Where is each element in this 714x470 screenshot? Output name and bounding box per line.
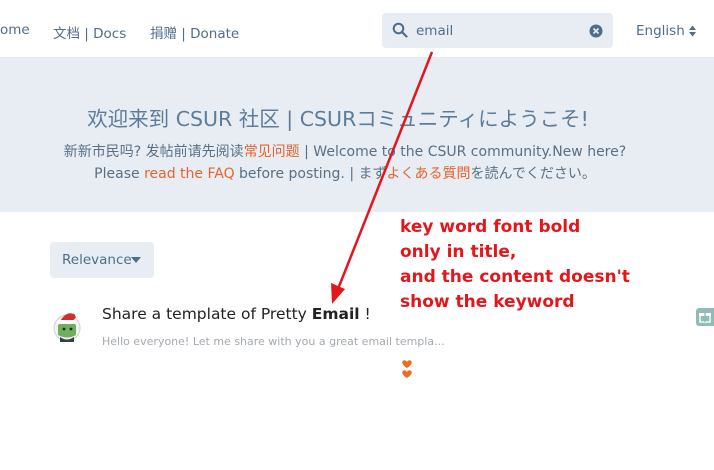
search-box[interactable]: email: [382, 13, 613, 48]
caret-down-icon: [131, 257, 141, 263]
nav-docs-link[interactable]: 文档 | Docs: [53, 22, 126, 42]
result-title-link[interactable]: Share a template of Pretty Email !: [102, 305, 371, 323]
annotation-line: and the content doesn't: [400, 267, 630, 287]
banner-title: 欢迎来到 CSUR 社区 | CSURコミュニティにようこそ!: [87, 107, 589, 131]
annotation-line: only in title,: [400, 242, 517, 262]
annotation-line: show the keyword: [400, 292, 575, 312]
gift-icon[interactable]: [696, 308, 714, 326]
heart-icon: [402, 360, 412, 378]
avatar[interactable]: [50, 304, 84, 342]
banner-line-2: Please read the FAQ before posting. | まず…: [0, 163, 690, 183]
result-title-keyword: Email: [311, 305, 360, 323]
search-input[interactable]: email: [416, 23, 453, 39]
result-title-text: Share a template of Pretty: [102, 305, 312, 323]
sort-caret-icon: [689, 25, 696, 37]
language-selector[interactable]: English: [636, 23, 685, 39]
banner-text: before posting. | まず: [234, 166, 387, 182]
clear-icon[interactable]: [589, 24, 603, 38]
search-icon: [392, 22, 408, 38]
faq-link-en[interactable]: read the FAQ: [144, 166, 235, 182]
annotation-note: key word font bold only in title, and th…: [400, 215, 630, 315]
result-title-text: !: [359, 305, 371, 323]
sort-order-dropdown[interactable]: Relevance: [50, 242, 154, 278]
annotation-line: key word font bold: [400, 217, 581, 237]
banner-text: | Welcome to the CSUR community.New here…: [299, 144, 627, 160]
welcome-banner: 欢迎来到 CSUR 社区 | CSURコミュニティにようこそ! 新新市民吗? 发…: [0, 58, 714, 212]
faq-link-jp[interactable]: よくある質問: [387, 166, 471, 182]
gift-icon-glyph: [699, 313, 711, 323]
banner-text: Please: [94, 166, 145, 182]
nav-home-link[interactable]: ome: [0, 22, 30, 38]
banner-text: 新新市民吗? 发帖前请先阅读: [63, 144, 244, 160]
nav-donate-link[interactable]: 捐赠 | Donate: [150, 22, 239, 42]
banner-text: を読んでください。: [470, 166, 596, 182]
result-excerpt: Hello everyone! Let me share with you a …: [102, 335, 445, 348]
faq-link-cn[interactable]: 常见问题: [244, 144, 300, 160]
sort-label: Relevance: [62, 252, 132, 268]
banner-line-1: 新新市民吗? 发帖前请先阅读常见问题 | Welcome to the CSUR…: [0, 141, 690, 161]
top-header: ome 文档 | Docs 捐赠 | Donate email English: [0, 0, 714, 58]
